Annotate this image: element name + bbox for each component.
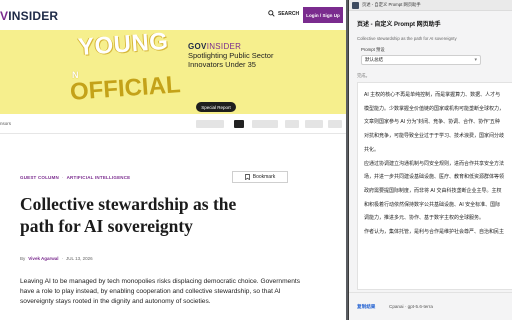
prompt-preset-value: 默认总结 [365,57,383,62]
banner-brand-gov: GOV [188,42,207,51]
article-title: Collective stewardship as the path for A… [20,194,237,236]
summary-line: 文章则国家参与 AI 分为“封闭、竞争、协调、合作、协作”五种 [364,119,500,126]
byline-prefix: By [20,256,26,261]
banner-headline: Spotlighting Public Sector Innovators Un… [188,51,274,69]
summary-line: 场，并进一步共同建设基础设施、医疗、教育和低资源群体等领 [364,174,505,181]
category-ai[interactable]: ARTIFICIAL INTELLIGENCE [67,175,131,180]
summary-line: 模型能力。少数掌握全价值链的国家或机构可能垄断全球权力， [364,105,505,112]
article-byline: By Vivek Agarwal · JUL 13, 2026 [20,256,93,261]
panel-title: 页述 - 自定义 Prompt 网页助手 [357,22,441,28]
status-text: 完成。 [357,73,370,78]
model-label: Cpanai · gpt-5.6-terra [389,304,433,309]
search-button[interactable]: SEARCH [268,10,299,17]
author-link[interactable]: Vivek Agarwal [28,256,58,261]
sponsor-logo [305,120,323,128]
sponsors-label: nsors [0,121,12,126]
sponsor-logo [285,120,299,128]
copy-result-button[interactable]: 复制结果 [357,304,375,310]
panel-footer: 复制结果 Cpanai · gpt-5.6-terra [349,292,512,320]
search-label: SEARCH [278,10,300,17]
search-icon [268,10,275,17]
banner-official-text: OFFICIAL [69,71,182,106]
sponsor-logo [252,120,278,128]
logo-prefix: V [0,9,9,23]
byline-separator: · [61,256,64,261]
sponsor-row: nsors [0,114,346,134]
summary-output[interactable]: AI 主权的核心不再是单纯控制，而是掌握算力、数据、人才与 模型能力。少数掌握全… [357,82,512,290]
extension-icon [352,1,359,9]
current-page-title: Collective stewardship as the path for A… [357,36,457,41]
prompt-preset-label: Prompt 预设 [361,47,385,52]
summary-line: 和积极着行动依然保持数字公共基础设施、AI 安全标准、国际 [364,201,501,208]
panel-window-title: 页述 - 自定义 Prompt 网页助手 [362,2,421,7]
summary-line: AI 主权的核心不再是单纯控制，而是掌握算力、数据、人才与 [364,92,501,98]
summary-line: 对抗和竞争，可能导致全业过于于学习、技术浪费，国家间分歧 [364,133,505,140]
young-official-banner[interactable]: YOUNG N OFFICIAL GOVINSIDER Spotlighting… [0,30,346,114]
article-categories: GUEST COLUMN · ARTIFICIAL INTELLIGENCE [20,175,130,180]
category-separator: · [61,175,64,180]
login-signup-button[interactable]: Login / Sign Up [303,7,343,23]
special-report-button[interactable]: Special Report [196,102,236,112]
category-guest-column[interactable]: GUEST COLUMN [20,175,59,180]
summary-line: 共化。 [364,146,380,153]
article-body: Leaving AI to be managed by tech monopol… [20,278,301,305]
sponsor-logo [328,120,342,128]
summary-line: 应通过协调建立沟通机制与同安全规则，进而合作共享安全方法 [364,160,505,167]
summary-line: 调能力，推进多元、协作、基于数字主权的全球服务。 [364,215,485,222]
bookmark-button[interactable]: Bookmark [232,171,288,183]
logo-text: INSIDER [8,9,59,23]
article-page: VINSIDER SEARCH Login / Sign Up YOUNG N … [0,0,346,320]
banner-brand: GOVINSIDER [188,42,241,51]
bookmark-icon [245,174,250,180]
bookmark-label: Bookmark [252,174,276,180]
sponsor-logo [234,120,244,128]
site-header: VINSIDER SEARCH Login / Sign Up [0,0,346,30]
publish-date: JUL 13, 2026 [66,256,93,261]
summary-line: 政府需要提国际制度，而非将 AI 交由科技垄断企业主导。主权 [364,187,502,194]
summary-line: 作者认为，集体托管，是利与合作是维护社会尊严、自治和民主 [364,229,505,236]
panel-header: 页述 - 自定义 Prompt 网页助手 [349,0,512,11]
site-logo[interactable]: VINSIDER [0,9,58,23]
prompt-preset-select[interactable]: 默认总结 [361,55,481,65]
banner-brand-insider: INSIDER [206,42,242,51]
banner-young-text: YOUNG [77,30,170,62]
sponsor-logo [196,120,224,128]
extension-side-panel: 页述 - 自定义 Prompt 网页助手 页述 - 自定义 Prompt 网页助… [348,0,512,320]
